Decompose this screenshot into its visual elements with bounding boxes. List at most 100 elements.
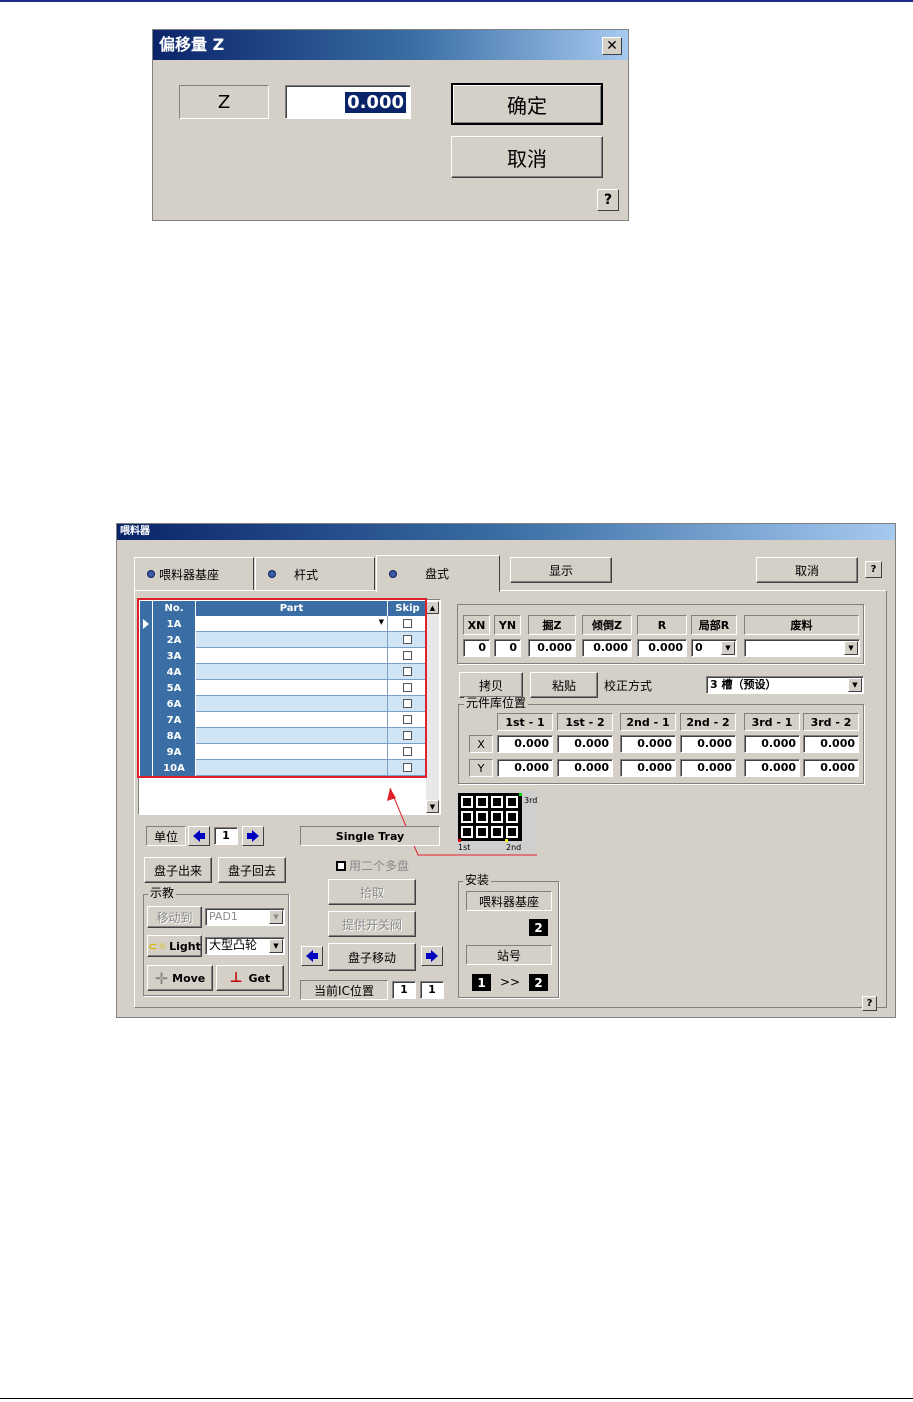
arrow-right-icon — [426, 950, 438, 962]
current-ic-x-input[interactable]: 1 — [392, 981, 416, 999]
library-header: 3rd - 2 — [803, 713, 859, 731]
tab-stick[interactable]: 杆式 — [255, 557, 375, 591]
calib-select[interactable]: 3 槽（预设） ▼ — [706, 676, 864, 694]
copy-button[interactable]: 拷贝 — [459, 672, 523, 698]
station-label: 站号 — [466, 945, 552, 965]
library-x-input[interactable]: 0.000 — [744, 735, 800, 753]
help-icon[interactable]: ? — [865, 561, 882, 578]
top-rule — [0, 0, 913, 2]
valve-button[interactable]: 提供开关阀 — [328, 911, 416, 937]
paste-button[interactable]: 粘贴 — [530, 672, 598, 698]
pickz-input[interactable]: 0.000 — [528, 639, 576, 657]
display-button[interactable]: 显示 — [510, 557, 612, 583]
library-y-input[interactable]: 0.000 — [680, 759, 736, 777]
chevron-down-icon[interactable]: ▼ — [844, 641, 858, 655]
light-select[interactable]: 大型凸轮 ▼ — [205, 937, 285, 955]
chevron-down-icon[interactable]: ▼ — [721, 641, 735, 655]
unit-next-button[interactable] — [242, 826, 264, 846]
param-header-localr: 局部R — [691, 615, 737, 635]
station-to-value: 2 — [529, 974, 548, 991]
tray-move-prev-button[interactable] — [301, 946, 323, 966]
calib-value: 3 槽（预设） — [710, 678, 777, 691]
offset-z-dialog: 偏移量 Z ✕ Z 0.000 确定 取消 ? — [152, 29, 629, 221]
light-label: Light — [169, 939, 201, 953]
tray-move-next-button[interactable] — [421, 946, 443, 966]
current-ic-y-input[interactable]: 1 — [420, 981, 444, 999]
library-x-input[interactable]: 0.000 — [620, 735, 676, 753]
library-y-input[interactable]: 0.000 — [497, 759, 553, 777]
ok-button[interactable]: 确定 — [451, 83, 603, 125]
get-label: Get — [248, 971, 271, 985]
move-button[interactable]: ✛ Move — [147, 965, 213, 991]
r-input[interactable]: 0.000 — [637, 639, 687, 657]
station-from-value: 1 — [472, 974, 491, 991]
station-arrow: >> — [500, 975, 521, 989]
tab-radio-icon — [389, 569, 397, 578]
tab-radio-icon — [268, 570, 276, 578]
pick-button[interactable]: 拾取 — [328, 879, 416, 905]
param-header-dumpz: 倾倒Z — [582, 615, 632, 635]
library-y-input[interactable]: 0.000 — [620, 759, 676, 777]
chevron-down-icon[interactable]: ▼ — [848, 678, 862, 692]
get-button[interactable]: ⊥ Get — [216, 965, 284, 991]
lightbulb-icon: ⊂☼ — [148, 939, 168, 953]
library-y-input[interactable]: 0.000 — [557, 759, 613, 777]
library-x-input[interactable]: 0.000 — [497, 735, 553, 753]
param-header-waste: 废料 — [744, 615, 859, 635]
help-icon[interactable]: ? — [597, 189, 619, 211]
get-axis-icon: ⊥ — [229, 970, 243, 986]
arrow-left-icon — [193, 830, 205, 842]
yn-input[interactable]: 0 — [494, 639, 521, 657]
tab-tray[interactable]: 盘式 — [376, 555, 500, 592]
current-ic-label: 当前IC位置 — [300, 980, 388, 1000]
xn-input[interactable]: 0 — [463, 639, 490, 657]
highlight-box — [137, 598, 427, 778]
library-title: 元件库位置 — [464, 696, 529, 710]
tab-radio-icon — [147, 570, 155, 578]
param-header-yn: YN — [494, 615, 521, 635]
library-y-input[interactable]: 0.000 — [744, 759, 800, 777]
arrow-left-icon — [306, 950, 318, 962]
dumpz-input[interactable]: 0.000 — [582, 639, 632, 657]
library-header: 1st - 1 — [497, 713, 553, 731]
tab-feeder-base[interactable]: 喂料器基座 — [134, 557, 254, 591]
teach-title: 示教 — [148, 886, 177, 900]
library-y-input[interactable]: 0.000 — [803, 759, 859, 777]
tab-label: 杆式 — [294, 567, 319, 582]
library-x-input[interactable]: 0.000 — [557, 735, 613, 753]
tray-move-button[interactable]: 盘子移动 — [328, 943, 416, 971]
z-value-field[interactable]: 0.000 — [285, 85, 411, 119]
chevron-down-icon[interactable]: ▼ — [269, 939, 283, 953]
unit-label: 单位 — [146, 826, 186, 846]
cancel-button[interactable]: 取消 — [451, 136, 603, 178]
close-icon[interactable]: ✕ — [602, 37, 622, 55]
library-x-input[interactable]: 0.000 — [680, 735, 736, 753]
move-to-button[interactable]: 移动到 — [147, 906, 202, 928]
library-header: 2nd - 1 — [620, 713, 676, 731]
library-header: 1st - 2 — [557, 713, 613, 731]
param-header-xn: XN — [463, 615, 490, 635]
unit-input[interactable]: 1 — [214, 827, 238, 845]
scroll-up-icon[interactable]: ▲ — [426, 601, 439, 614]
offset-dialog-titlebar: 偏移量 Z ✕ — [153, 30, 628, 60]
feeder-dialog-titlebar: 喂料器 — [117, 524, 895, 540]
chevron-down-icon[interactable]: ▼ — [269, 910, 283, 924]
single-tray-label: Single Tray — [300, 826, 440, 846]
library-header: 3rd - 1 — [744, 713, 800, 731]
light-button[interactable]: ⊂☼ Light — [147, 935, 202, 957]
cancel-button[interactable]: 取消 — [756, 557, 858, 583]
waste-select[interactable]: ▼ — [744, 639, 860, 657]
panel-help-icon[interactable]: ? — [862, 996, 877, 1011]
unit-prev-button[interactable] — [188, 826, 210, 846]
arrow-right-icon — [247, 830, 259, 842]
tray-out-button[interactable]: 盘子出来 — [144, 857, 212, 883]
move-to-select[interactable]: PAD1 ▼ — [205, 908, 285, 926]
install-base-label: 喂料器基座 — [466, 891, 552, 911]
library-x-input[interactable]: 0.000 — [803, 735, 859, 753]
z-label: Z — [179, 85, 269, 119]
move-to-value: PAD1 — [209, 910, 238, 923]
tray-back-button[interactable]: 盘子回去 — [218, 857, 286, 883]
localr-value: 0 — [695, 641, 703, 654]
use-two-tray-checkbox[interactable]: 用二个多盘 — [336, 857, 409, 874]
localr-select[interactable]: 0 ▼ — [691, 639, 737, 657]
